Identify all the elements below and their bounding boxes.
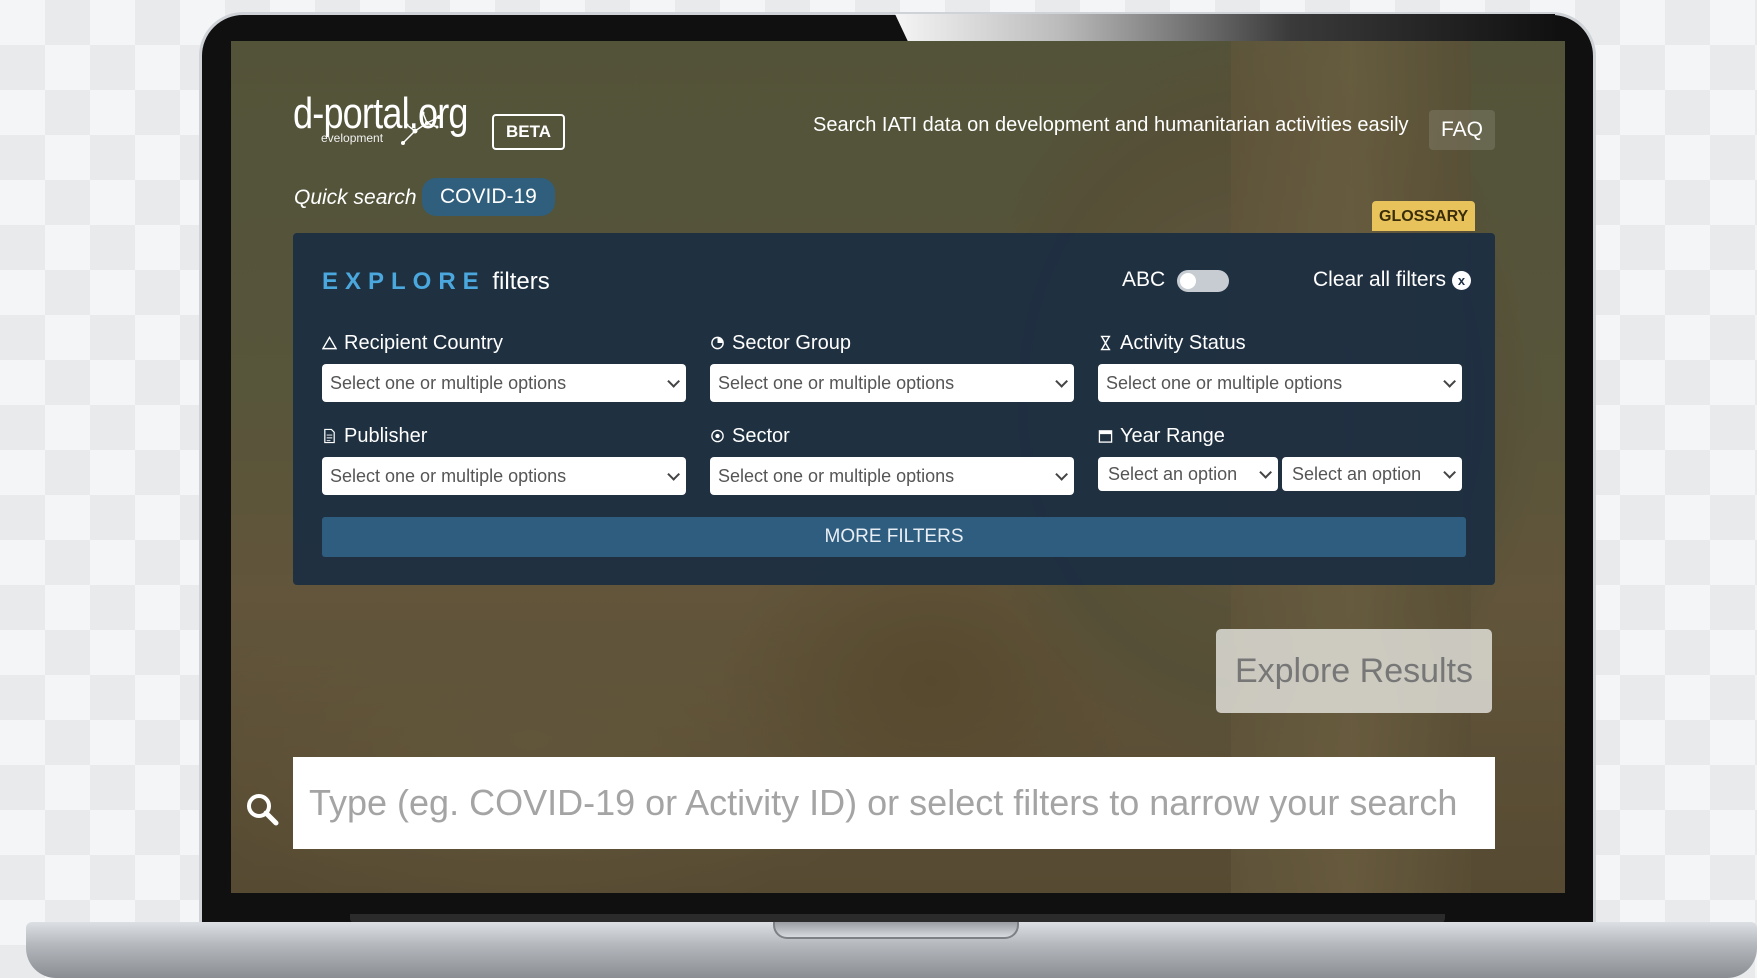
abc-label: ABC	[1122, 268, 1166, 291]
filter-recipient-country: Recipient Country Select one or multiple…	[322, 331, 686, 402]
logo-subtext: evelopment	[321, 131, 384, 145]
sector-select[interactable]: Select one or multiple options	[710, 457, 1074, 495]
search-icon[interactable]	[245, 792, 281, 828]
panel-title-rest: filters	[492, 268, 550, 295]
site-logo[interactable]: d-portal.org evelopment	[293, 89, 506, 145]
faq-button[interactable]: FAQ	[1429, 110, 1496, 150]
filter-label-text: Year Range	[1120, 424, 1225, 447]
filter-label-text: Publisher	[344, 424, 428, 447]
filter-label-sector: Sector	[710, 424, 1074, 448]
activity-status-select[interactable]: Select one or multiple options	[1098, 364, 1462, 402]
lid-reflection	[895, 14, 1555, 42]
chevron-down-icon	[1443, 465, 1456, 479]
filter-label-text: Sector	[732, 424, 790, 447]
chevron-down-icon	[1055, 374, 1068, 388]
quick-search-label: Quick search	[294, 186, 417, 209]
explore-filters-panel: EXPLORE filters ABC Clear all filters x …	[293, 233, 1495, 585]
select-placeholder: Select one or multiple options	[1106, 372, 1343, 393]
recipient-country-select[interactable]: Select one or multiple options	[322, 364, 686, 402]
chevron-down-icon	[1259, 465, 1272, 479]
filter-label-text: Sector Group	[732, 331, 851, 354]
toggle-knob	[1180, 273, 1196, 289]
target-icon	[711, 429, 724, 443]
calendar-icon	[1098, 430, 1113, 443]
screen: d-portal.org evelopment BETA Search IATI…	[231, 41, 1565, 893]
chevron-down-icon	[667, 467, 680, 481]
quick-search-covid-chip[interactable]: COVID-19	[422, 178, 555, 216]
filter-year-range: Year Range Select an option Select an op…	[1098, 424, 1462, 491]
year-range-selects: Select an option Select an option	[1098, 457, 1462, 491]
hourglass-icon	[1100, 335, 1111, 351]
filter-label-publisher: Publisher	[322, 424, 686, 448]
filter-label-text: Recipient Country	[344, 331, 503, 354]
close-icon: x	[1452, 270, 1472, 290]
clear-all-filters-button[interactable]: Clear all filters x	[1313, 268, 1472, 292]
select-placeholder: Select one or multiple options	[330, 372, 567, 393]
select-placeholder: Select an option	[1108, 463, 1238, 484]
filter-label-recipient-country: Recipient Country	[322, 331, 686, 355]
filter-label-year-range: Year Range	[1098, 424, 1462, 448]
search-input[interactable]	[293, 757, 1495, 849]
filter-label-sector-group: Sector Group	[710, 331, 1074, 355]
site-tagline: Search IATI data on development and huma…	[813, 114, 1409, 136]
document-icon	[324, 428, 335, 444]
year-from-select[interactable]: Select an option	[1098, 457, 1278, 491]
filter-label-activity-status: Activity Status	[1098, 331, 1462, 355]
year-to-select[interactable]: Select an option	[1282, 457, 1462, 491]
more-filters-button[interactable]: MORE FILTERS	[322, 517, 1466, 557]
glossary-tab[interactable]: GLOSSARY	[1372, 201, 1476, 231]
select-placeholder: Select one or multiple options	[718, 465, 955, 486]
logo-network-icon	[401, 111, 441, 145]
chevron-down-icon	[1443, 374, 1456, 388]
panel-title-strong: EXPLORE	[322, 268, 486, 295]
abc-toggle[interactable]	[1177, 270, 1229, 292]
panel-title: EXPLORE filters	[322, 268, 550, 296]
select-placeholder: Select an option	[1292, 463, 1422, 484]
filter-activity-status: Activity Status Select one or multiple o…	[1098, 331, 1462, 402]
publisher-select[interactable]: Select one or multiple options	[322, 457, 686, 495]
chevron-down-icon	[667, 374, 680, 388]
filter-label-text: Activity Status	[1120, 331, 1246, 354]
select-placeholder: Select one or multiple options	[718, 372, 955, 393]
filter-sector-group: Sector Group Select one or multiple opti…	[710, 331, 1074, 402]
filter-sector: Sector Select one or multiple options	[710, 424, 1074, 495]
pie-chart-icon	[711, 336, 724, 350]
laptop-notch	[773, 922, 1019, 939]
filter-publisher: Publisher Select one or multiple options	[322, 424, 686, 495]
beta-badge: BETA	[492, 114, 566, 150]
clear-all-label: Clear all filters	[1313, 268, 1447, 291]
select-placeholder: Select one or multiple options	[330, 465, 567, 486]
explore-results-button[interactable]: Explore Results	[1216, 629, 1492, 713]
chevron-down-icon	[1055, 467, 1068, 481]
triangle-icon	[322, 335, 337, 350]
sector-group-select[interactable]: Select one or multiple options	[710, 364, 1074, 402]
